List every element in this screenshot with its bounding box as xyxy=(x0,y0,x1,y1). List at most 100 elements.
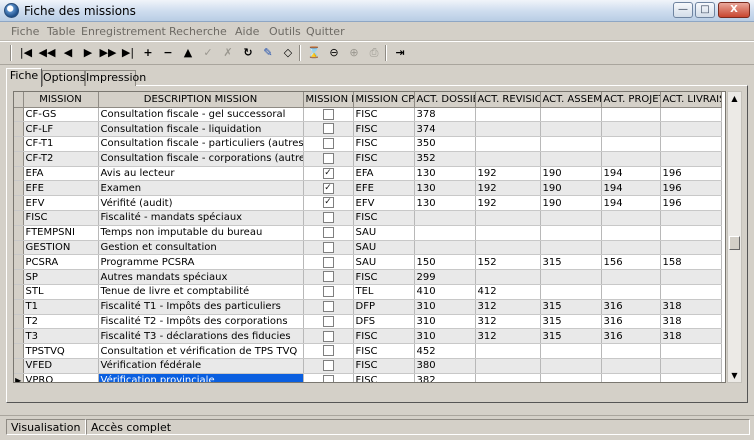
dossier-cell[interactable] xyxy=(414,240,476,256)
tab-options[interactable]: Options xyxy=(42,70,85,86)
projet-cell[interactable] xyxy=(601,240,661,256)
projet-cell[interactable] xyxy=(601,358,661,374)
mission-cell[interactable]: CF-T1 xyxy=(23,136,99,152)
table-row[interactable]: ▶ VPRO Vérification provinciale FISC 382 xyxy=(14,373,722,382)
prev-page-icon[interactable]: ◀◀ xyxy=(38,44,56,62)
column-header-act-revision[interactable]: ACT. REVISION xyxy=(475,92,541,108)
mission-cell[interactable]: EFE xyxy=(23,180,99,197)
row-indicator[interactable] xyxy=(14,343,24,360)
mission-ef-cell[interactable]: ✓ xyxy=(303,195,354,212)
livraison-cell[interactable]: 318 xyxy=(660,314,722,330)
table-row[interactable]: FTEMPSNI Temps non imputable du bureau SAU xyxy=(14,225,722,241)
app-icon[interactable] xyxy=(4,3,19,18)
table-row[interactable]: STL Tenue de livre et comptabilité TEL 410 4… xyxy=(14,284,722,300)
assem-cell[interactable]: 315 xyxy=(540,254,602,271)
checkbox-icon[interactable] xyxy=(322,212,334,224)
scroll-down-icon[interactable]: ▼ xyxy=(728,369,741,382)
description-cell[interactable]: Vérifité (audit) xyxy=(98,195,304,212)
cpa-cell[interactable]: FISC xyxy=(353,151,415,167)
checkbox-icon[interactable] xyxy=(322,241,334,253)
table-row[interactable]: TPSTVQ Consultation et vérification de TP… xyxy=(14,343,722,360)
cpa-cell[interactable]: FISC xyxy=(353,358,415,374)
livraison-cell[interactable]: 196 xyxy=(660,195,722,212)
mission-cell[interactable]: VPRO xyxy=(23,373,99,382)
livraison-cell[interactable]: 196 xyxy=(660,180,722,197)
mission-cell[interactable]: T3 xyxy=(23,328,99,345)
row-indicator[interactable] xyxy=(14,314,24,330)
projet-cell[interactable] xyxy=(601,107,661,123)
projet-cell[interactable]: 194 xyxy=(601,195,661,212)
mission-ef-cell[interactable] xyxy=(303,343,354,360)
livraison-cell[interactable] xyxy=(660,284,722,300)
table-row[interactable]: VFED Vérification fédérale FISC 380 xyxy=(14,358,722,374)
table-row[interactable]: EFV Vérifité (audit) ✓ EFV 130 192 190 194 196 xyxy=(14,195,722,212)
row-indicator[interactable] xyxy=(14,254,24,271)
next-record-icon[interactable]: ▶ xyxy=(79,44,97,62)
revision-cell[interactable] xyxy=(475,343,541,360)
mission-ef-cell[interactable] xyxy=(303,328,354,345)
row-indicator[interactable] xyxy=(14,121,24,138)
menu-table[interactable]: Table xyxy=(47,25,75,38)
dossier-cell[interactable]: 374 xyxy=(414,121,476,138)
post-icon[interactable]: ✓ xyxy=(199,44,217,62)
mission-cell[interactable]: EFA xyxy=(23,166,99,182)
hourglass-icon[interactable]: ⌛ xyxy=(305,44,323,62)
maximize-button[interactable]: □ xyxy=(695,2,715,18)
assem-cell[interactable] xyxy=(540,373,602,382)
revision-cell[interactable]: 312 xyxy=(475,299,541,315)
assem-cell[interactable] xyxy=(540,269,602,286)
assem-cell[interactable]: 190 xyxy=(540,166,602,182)
livraison-cell[interactable]: 318 xyxy=(660,299,722,315)
livraison-cell[interactable] xyxy=(660,107,722,123)
dossier-cell[interactable] xyxy=(414,225,476,241)
livraison-cell[interactable]: 318 xyxy=(660,328,722,345)
description-cell[interactable]: Fiscalité T2 - Impôts des corporations xyxy=(98,314,304,330)
revision-cell[interactable] xyxy=(475,121,541,138)
row-indicator[interactable] xyxy=(14,284,24,300)
projet-cell[interactable] xyxy=(601,210,661,226)
assem-cell[interactable]: 190 xyxy=(540,195,602,212)
mission-ef-cell[interactable]: ✓ xyxy=(303,166,354,182)
checkbox-icon[interactable] xyxy=(322,227,334,239)
table-row[interactable]: T1 Fiscalité T1 - Impôts des particuliers… xyxy=(14,299,722,315)
dossier-cell[interactable]: 350 xyxy=(414,136,476,152)
menu-recherche[interactable]: Recherche xyxy=(169,25,227,38)
cancel-icon[interactable]: ✗ xyxy=(219,44,237,62)
dossier-cell[interactable]: 130 xyxy=(414,195,476,212)
revision-cell[interactable] xyxy=(475,210,541,226)
revision-cell[interactable]: 312 xyxy=(475,314,541,330)
cpa-cell[interactable]: DFP xyxy=(353,299,415,315)
projet-cell[interactable] xyxy=(601,151,661,167)
mission-cell[interactable]: T2 xyxy=(23,314,99,330)
mission-cell[interactable]: SP xyxy=(23,269,99,286)
row-indicator[interactable] xyxy=(14,240,24,256)
print-icon[interactable]: ⎙ xyxy=(365,44,383,62)
menu-fiche[interactable]: Fiche xyxy=(11,25,39,38)
description-cell[interactable]: Fiscalité - mandats spéciaux xyxy=(98,210,304,226)
first-record-icon[interactable]: |◀ xyxy=(17,44,35,62)
projet-cell[interactable] xyxy=(601,343,661,360)
checkbox-icon[interactable] xyxy=(322,315,334,327)
dossier-cell[interactable]: 452 xyxy=(414,343,476,360)
menu-enregistrement[interactable]: Enregistrement xyxy=(81,25,166,38)
cpa-cell[interactable]: EFE xyxy=(353,180,415,197)
assem-cell[interactable]: 315 xyxy=(540,299,602,315)
revision-cell[interactable]: 192 xyxy=(475,180,541,197)
column-header-act-dossier[interactable]: ACT. DOSSIER xyxy=(414,92,476,108)
checked-checkbox-icon[interactable]: ✓ xyxy=(322,182,334,194)
mission-cell[interactable]: VFED xyxy=(23,358,99,374)
assem-cell[interactable] xyxy=(540,343,602,360)
description-cell[interactable]: Consultation fiscale - corporations (aut… xyxy=(98,151,304,167)
cpa-cell[interactable]: FISC xyxy=(353,328,415,345)
revision-cell[interactable] xyxy=(475,225,541,241)
assem-cell[interactable] xyxy=(540,240,602,256)
row-indicator[interactable] xyxy=(14,166,24,182)
row-indicator[interactable] xyxy=(14,180,24,197)
menu-outils[interactable]: Outils xyxy=(269,25,301,38)
column-header-mission-cpa[interactable]: MISSION CPA xyxy=(353,92,415,108)
missions-grid[interactable]: MISSION DESCRIPTION MISSION MISSION EF M… xyxy=(13,91,726,383)
assem-cell[interactable]: 315 xyxy=(540,314,602,330)
mission-ef-cell[interactable] xyxy=(303,107,354,123)
table-row[interactable]: PCSRA Programme PCSRA SAU 150 152 315 156 158 xyxy=(14,254,722,271)
livraison-cell[interactable] xyxy=(660,210,722,226)
